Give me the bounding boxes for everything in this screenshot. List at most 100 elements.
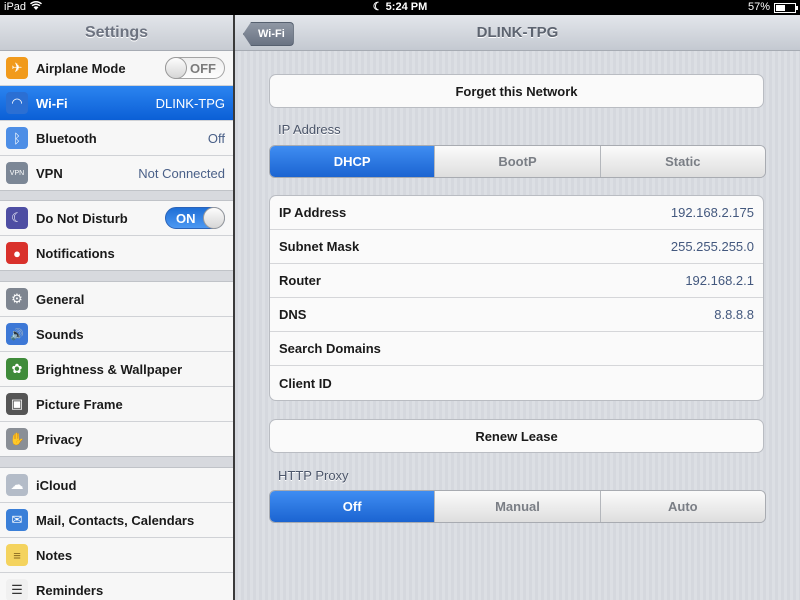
sidebar-item-notifications[interactable]: ● Notifications: [0, 236, 233, 270]
sidebar-item-wi-fi[interactable]: ◠ Wi-Fi DLINK-TPG: [0, 86, 233, 121]
notes-icon: ≡: [6, 544, 28, 566]
sidebar-group: ✈ Airplane Mode OFF ◠ Wi-Fi DLINK-TPG ᛒ Bluetoo…: [0, 51, 233, 191]
info-row-search-domains[interactable]: Search Domains: [270, 332, 763, 366]
info-row-dns[interactable]: DNS 8.8.8.8: [270, 298, 763, 332]
sidebar-item-label: Picture Frame: [36, 396, 123, 412]
time-label: 5:24 PM: [385, 1, 428, 13]
info-row-value: 8.8.8.8: [714, 307, 754, 322]
ip-mode-option-bootp[interactable]: BootP: [434, 146, 600, 177]
sidebar-item-picture-frame[interactable]: ▣ Picture Frame: [0, 387, 233, 422]
sidebar-item-bluetooth[interactable]: ᛒ Bluetooth Off: [0, 121, 233, 156]
sidebar-item-brightness-wallpaper[interactable]: ✿ Brightness & Wallpaper: [0, 352, 233, 387]
info-row-subnet-mask[interactable]: Subnet Mask 255.255.255.0: [270, 230, 763, 264]
ip-mode-option-dhcp[interactable]: DHCP: [270, 146, 435, 177]
forget-network-button[interactable]: Forget this Network: [269, 74, 764, 108]
sidebar-item-notes[interactable]: ≡ Notes: [0, 538, 233, 573]
sidebar-group: ☾ Do Not Disturb ON ● Notifications: [0, 200, 233, 271]
info-row-ip-address[interactable]: IP Address 192.168.2.175: [270, 196, 763, 230]
ip-mode-option-static[interactable]: Static: [599, 146, 765, 177]
info-row-value: 255.255.255.0: [670, 239, 754, 254]
wifi-icon: ◠: [6, 92, 28, 114]
toggle-switch[interactable]: ON: [165, 207, 225, 229]
info-row-client-id[interactable]: Client ID: [270, 366, 763, 400]
battery-icon: [774, 3, 798, 13]
moon-icon: ☾: [6, 207, 28, 229]
sidebar-groups: ✈ Airplane Mode OFF ◠ Wi-Fi DLINK-TPG ᛒ Bluetoo…: [0, 51, 233, 600]
sidebar-item-label: iCloud: [36, 477, 77, 493]
network-detail-pane: Wi-Fi DLINK-TPG Forget this Network IP A…: [235, 15, 800, 600]
sidebar-item-label: Wi-Fi: [36, 95, 68, 111]
sidebar-item-label: Reminders: [36, 582, 104, 598]
clock: ☾ 5:24 PM: [0, 0, 800, 15]
sidebar-item-sounds[interactable]: 🔊 Sounds: [0, 317, 233, 352]
battery-fill: [776, 5, 786, 11]
info-row-key: IP Address: [279, 205, 347, 220]
toggle-state-label: ON: [176, 211, 196, 226]
info-row-value: 192.168.2.1: [685, 273, 754, 288]
info-row-key: Search Domains: [279, 341, 381, 356]
sidebar-item-value: Not Connected: [138, 165, 225, 181]
sidebar-item-label: Notifications: [36, 245, 115, 261]
settings-sidebar: Settings ✈ Airplane Mode OFF ◠ Wi-Fi DLINK-TP…: [0, 15, 233, 600]
sidebar-item-label: Mail, Contacts, Calendars: [36, 512, 195, 528]
info-row-key: DNS: [279, 307, 307, 322]
sidebar-item-value: DLINK-TPG: [155, 95, 225, 111]
speaker-icon: 🔊: [6, 323, 28, 345]
page-title: DLINK-TPG: [476, 24, 559, 41]
sidebar-group: ⚙ General 🔊 Sounds ✿ Brightness & Wallpaper ▣ P…: [0, 281, 233, 457]
renew-lease-button[interactable]: Renew Lease: [269, 419, 764, 453]
flower-icon: ✿: [6, 358, 28, 380]
sidebar-item-label: Notes: [36, 547, 73, 563]
notifications-icon: ●: [6, 242, 28, 264]
toggle-knob: [165, 57, 187, 79]
sidebar-item-general[interactable]: ⚙ General: [0, 282, 233, 317]
sidebar-item-label: Do Not Disturb: [36, 210, 128, 226]
mail-icon: ✉: [6, 509, 28, 531]
ip-info-table: IP Address 192.168.2.175 Subnet Mask 255.25…: [269, 195, 764, 401]
sidebar-item-label: VPN: [36, 165, 63, 181]
nav-bar: Wi-Fi DLINK-TPG: [235, 15, 800, 51]
sidebar-item-label: Privacy: [36, 431, 83, 447]
sidebar-item-airplane-mode[interactable]: ✈ Airplane Mode OFF: [0, 51, 233, 86]
sidebar-item-privacy[interactable]: ✋ Privacy: [0, 422, 233, 456]
info-row-key: Subnet Mask: [279, 239, 360, 254]
moon-status-icon: ☾: [372, 1, 383, 13]
sidebar-item-reminders[interactable]: ☰ Reminders: [0, 573, 233, 600]
sidebar-item-value: Off: [207, 130, 225, 146]
hand-icon: ✋: [6, 428, 28, 450]
reminders-icon: ☰: [6, 579, 28, 600]
sidebar-item-icloud[interactable]: ☁ iCloud: [0, 468, 233, 503]
proxy-mode-option-manual[interactable]: Manual: [434, 491, 600, 522]
gear-icon: ⚙: [6, 288, 28, 310]
http-proxy-section-label: HTTP Proxy: [278, 468, 349, 483]
sidebar-group: ☁ iCloud ✉ Mail, Contacts, Calendars ≡ Notes ☰…: [0, 467, 233, 600]
ip-mode-segmented-control: DHCP BootP Static: [269, 145, 766, 178]
airplane-icon: ✈: [6, 57, 28, 79]
sidebar-item-do-not-disturb[interactable]: ☾ Do Not Disturb ON: [0, 201, 233, 236]
status-bar-right: 57%: [747, 0, 798, 15]
sidebar-item-vpn[interactable]: VPN VPN Not Connected: [0, 156, 233, 190]
cloud-icon: ☁: [6, 474, 28, 496]
battery-percent: 57%: [747, 1, 770, 13]
http-proxy-segmented-control: Off Manual Auto: [269, 490, 766, 523]
ip-address-section-label: IP Address: [278, 122, 341, 137]
vpn-icon: VPN: [6, 162, 28, 184]
sidebar-item-label: Brightness & Wallpaper: [36, 361, 183, 377]
proxy-mode-option-auto[interactable]: Auto: [599, 491, 765, 522]
status-bar: iPad ☾ 5:24 PM 57%: [0, 0, 800, 15]
picture-frame-icon: ▣: [6, 393, 28, 415]
info-row-router[interactable]: Router 192.168.2.1: [270, 264, 763, 298]
sidebar-item-label: Bluetooth: [36, 130, 97, 146]
bluetooth-icon: ᛒ: [6, 127, 28, 149]
info-row-value: 192.168.2.175: [670, 205, 754, 220]
sidebar-item-label: Sounds: [36, 326, 84, 342]
info-row-key: Client ID: [279, 375, 332, 391]
sidebar-item-mail-contacts-calendars[interactable]: ✉ Mail, Contacts, Calendars: [0, 503, 233, 538]
proxy-mode-option-off[interactable]: Off: [270, 491, 435, 522]
toggle-switch[interactable]: OFF: [165, 57, 225, 79]
info-row-key: Router: [279, 273, 321, 288]
sidebar-item-label: General: [36, 291, 85, 307]
sidebar-title: Settings: [0, 15, 233, 51]
sidebar-item-label: Airplane Mode: [36, 60, 126, 76]
toggle-knob: [203, 207, 225, 229]
